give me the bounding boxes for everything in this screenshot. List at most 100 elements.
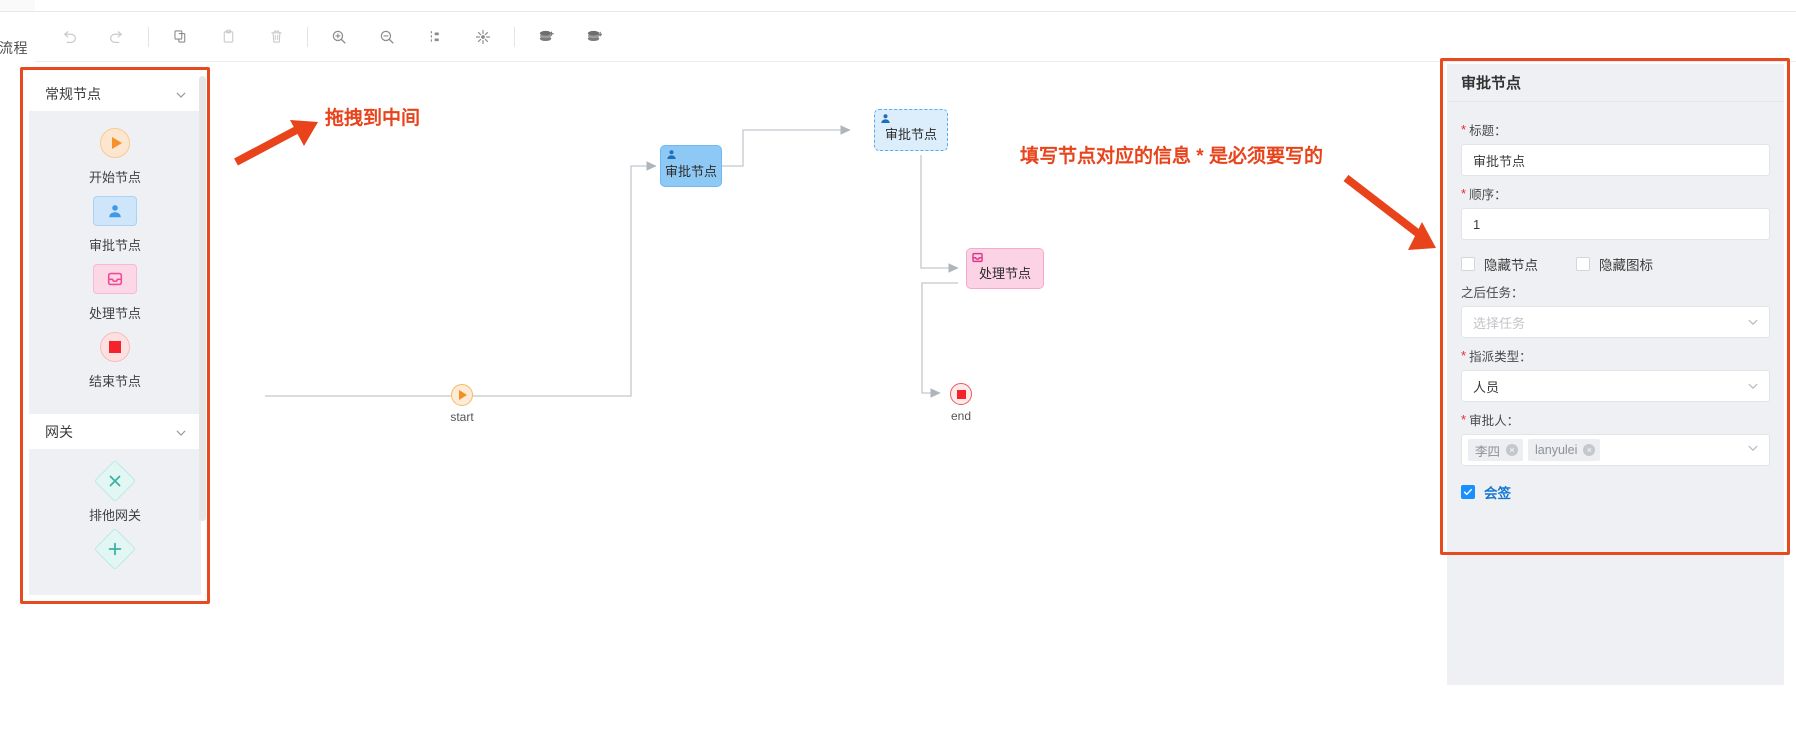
approve-node-box: 审批节点 — [660, 145, 722, 187]
palette-group-title: 网关 — [45, 423, 73, 440]
palette-item-end-node[interactable]: 结束节点 — [29, 332, 201, 390]
required-asterisk: * — [1461, 412, 1467, 427]
palette-item-label: 处理节点 — [88, 306, 141, 321]
zoom-in-icon[interactable] — [322, 20, 356, 54]
checkbox-label: 隐藏图标 — [1599, 258, 1653, 273]
layers-add-icon[interactable] — [529, 20, 563, 54]
chevron-down-icon — [1747, 380, 1759, 392]
visibility-checkbox-row: 隐藏节点 隐藏图标 — [1461, 254, 1770, 274]
align-icon[interactable] — [418, 20, 452, 54]
zoom-out-icon[interactable] — [370, 20, 404, 54]
palette-item-process-node[interactable]: 处理节点 — [29, 264, 201, 322]
countersign-checkbox[interactable]: 会签 — [1461, 482, 1511, 502]
parallel-gateway-icon — [93, 527, 137, 571]
palette-scrollbar[interactable] — [199, 76, 206, 521]
order-input[interactable] — [1461, 208, 1770, 240]
toolbar-divider-3 — [514, 26, 515, 47]
palette-group-header-gateway[interactable]: 网关 — [29, 414, 201, 450]
checkbox-box — [1461, 257, 1475, 271]
fit-view-icon[interactable] — [466, 20, 500, 54]
approve-node-box-selected: 审批节点 — [874, 109, 948, 151]
properties-panel-title: 审批节点 — [1447, 64, 1784, 102]
title-input[interactable] — [1461, 144, 1770, 176]
palette-item-label: 开始节点 — [88, 170, 141, 185]
select-value: 人员 — [1473, 379, 1500, 395]
canvas-node-start[interactable]: start — [450, 384, 474, 424]
palette-group-body-gateway: 排他网关 — [29, 450, 201, 595]
hide-icon-checkbox[interactable]: 隐藏图标 — [1576, 254, 1653, 274]
properties-panel: 审批节点 * 标题： * 顺序： 隐藏节点 隐藏图标 — [1447, 64, 1784, 685]
hide-node-checkbox[interactable]: 隐藏节点 — [1461, 254, 1538, 274]
start-circle-icon — [100, 128, 130, 158]
canvas-node-approve-1[interactable]: 审批节点 — [660, 145, 722, 187]
canvas-node-end[interactable]: end — [950, 383, 972, 423]
palette-group-title: 常规节点 — [45, 85, 101, 102]
field-label-text: 标题 — [1469, 124, 1495, 138]
palette-item-parallel-gateway[interactable] — [29, 527, 201, 573]
approve-user-icon — [879, 112, 892, 128]
copy-icon[interactable] — [163, 20, 197, 54]
canvas-node-process-1[interactable]: 处理节点 — [966, 248, 1044, 289]
field-label-text: 顺序 — [1469, 188, 1495, 202]
required-asterisk: * — [1461, 122, 1467, 137]
approver-tag-label: lanyulei — [1535, 443, 1578, 457]
workflow-designer-page: 流程 常规节点 开始节点 审批节点 处理节点 结束节点 网关 排他网关 star… — [0, 0, 1796, 752]
countersign-row: 会签 — [1461, 482, 1770, 502]
node-palette: 常规节点 开始节点 审批节点 处理节点 结束节点 网关 排他网关 — [29, 76, 201, 595]
chevron-down-icon — [175, 88, 187, 100]
palette-item-approve-node[interactable]: 审批节点 — [29, 196, 201, 254]
next-task-select[interactable]: 选择任务 — [1461, 306, 1770, 338]
field-label-text: 指派类型 — [1469, 350, 1520, 364]
approve-user-icon — [665, 148, 678, 164]
redo-icon[interactable] — [100, 20, 134, 54]
paste-icon[interactable] — [211, 20, 245, 54]
field-label-order: * 顺序： — [1461, 186, 1507, 202]
approver-tag-label: 李四 — [1475, 444, 1501, 459]
undo-icon[interactable] — [52, 20, 86, 54]
palette-group-body-general: 开始节点 审批节点 处理节点 结束节点 — [29, 112, 201, 414]
field-label-assign-type: * 指派类型： — [1461, 348, 1532, 364]
toolbar-divider-1 — [148, 26, 149, 47]
end-square-icon — [950, 383, 972, 405]
process-task-icon — [971, 251, 984, 267]
field-label-text: 审批人 — [1469, 414, 1507, 428]
field-label-title: * 标题： — [1461, 122, 1507, 138]
annotation-text-1: 拖拽到中间 — [325, 108, 421, 129]
canvas-node-sublabel: start — [450, 410, 474, 424]
palette-group-header-general[interactable]: 常规节点 — [29, 76, 201, 112]
chevron-down-icon — [1747, 441, 1759, 459]
annotation-text-2: 填写节点对应的信息 * 是必须要写的 — [1020, 146, 1323, 167]
required-asterisk: * — [1461, 348, 1467, 363]
palette-item-exclusive-gateway[interactable]: 排他网关 — [29, 459, 201, 524]
chevron-down-icon — [175, 426, 187, 438]
chevron-down-icon — [1747, 316, 1759, 328]
left-tab-label: 流程 — [0, 40, 28, 56]
canvas-node-approve-2[interactable]: 审批节点 — [874, 109, 948, 151]
delete-icon[interactable] — [259, 20, 293, 54]
editor-toolbar: 流程 — [0, 12, 1796, 62]
checkbox-label: 会签 — [1484, 486, 1511, 501]
close-icon[interactable]: × — [1583, 444, 1596, 456]
checkbox-box — [1576, 257, 1590, 271]
approver-tag[interactable]: 李四 × — [1468, 439, 1524, 461]
properties-form: * 标题： * 顺序： 隐藏节点 隐藏图标 之后任务： — [1447, 102, 1784, 502]
approver-tag[interactable]: lanyulei × — [1528, 439, 1601, 461]
annotation-arrow-1 — [232, 120, 332, 171]
process-node-box: 处理节点 — [966, 248, 1044, 289]
layers-down-icon[interactable] — [577, 20, 611, 54]
process-task-icon — [93, 264, 137, 294]
palette-item-start-node[interactable]: 开始节点 — [29, 128, 201, 186]
assign-type-select[interactable]: 人员 — [1461, 370, 1770, 402]
field-label-next-task: 之后任务： — [1461, 282, 1770, 301]
close-icon[interactable]: × — [1506, 444, 1519, 456]
canvas-node-label: 审批节点 — [884, 127, 937, 142]
start-circle-icon — [451, 384, 473, 406]
approvers-select[interactable]: 李四 × lanyulei × — [1461, 434, 1770, 466]
annotation-arrow-2 — [1338, 172, 1448, 259]
approve-user-icon — [93, 196, 137, 226]
checkbox-box-checked — [1461, 485, 1475, 499]
exclusive-gateway-icon — [93, 459, 137, 503]
end-square-icon — [100, 332, 130, 362]
palette-item-label: 结束节点 — [88, 374, 141, 389]
top-strip-content — [35, 0, 1796, 11]
